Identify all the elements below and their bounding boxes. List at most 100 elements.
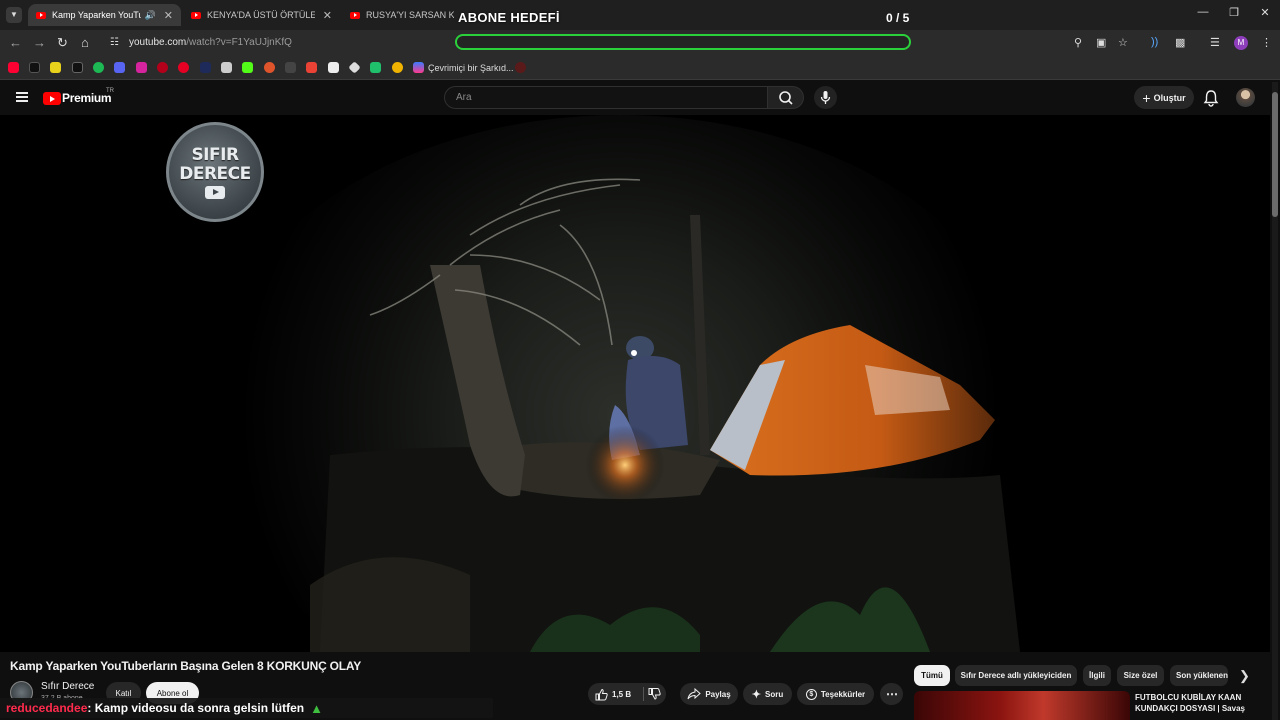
profile-avatar[interactable]: M xyxy=(1234,36,1248,50)
share-button[interactable]: Paylaş xyxy=(680,683,738,705)
bookmark-red-circle-icon[interactable] xyxy=(157,62,168,73)
tab-kamp-yaparken[interactable]: Kamp Yaparken YouTuberla 🔊 ✕ xyxy=(28,4,181,26)
channel-name[interactable]: Sıfır Derece xyxy=(41,681,94,692)
bookmark-x-icon[interactable] xyxy=(72,62,83,73)
plus-icon: + xyxy=(1142,89,1151,106)
browser-menu-icon[interactable]: ⋮ xyxy=(1261,36,1272,49)
menu-icon[interactable] xyxy=(16,92,28,102)
bookmark-camera-icon[interactable] xyxy=(221,62,232,73)
install-app-icon[interactable]: ▣ xyxy=(1096,36,1106,49)
url-host: youtube.com xyxy=(129,37,187,48)
bookmark-music-icon[interactable] xyxy=(413,62,424,73)
like-divider xyxy=(643,687,645,701)
share-icon xyxy=(687,688,702,700)
bookmark-white-icon[interactable] xyxy=(328,62,339,73)
tab-label: Kamp Yaparken YouTuberla xyxy=(52,10,141,20)
search-input[interactable] xyxy=(445,87,745,108)
bookmark-kick-icon[interactable] xyxy=(242,62,253,73)
user-avatar[interactable] xyxy=(1236,88,1255,107)
youtube-brand[interactable]: Premium xyxy=(62,91,112,105)
bookmark-green-icon[interactable] xyxy=(370,62,381,73)
chip-all[interactable]: Tümü xyxy=(914,665,950,686)
chip-for-you[interactable]: Size özel xyxy=(1117,665,1164,686)
site-info-icon[interactable]: ☷ xyxy=(110,37,119,48)
reload-icon[interactable]: ↻ xyxy=(57,35,68,51)
bookmark-orange-icon[interactable] xyxy=(264,62,275,73)
chip-related[interactable]: İlgili xyxy=(1083,665,1111,686)
sparkle-icon: ✦ xyxy=(751,688,761,701)
scrollbar-thumb[interactable] xyxy=(1272,92,1278,217)
search-box xyxy=(444,86,768,109)
country-code: TR xyxy=(106,88,114,94)
emote-icon: ▲ xyxy=(310,700,323,716)
chat-username: reducedandee xyxy=(6,701,88,715)
chip-from-uploader[interactable]: Sıfır Derece adlı yükleyiciden xyxy=(955,665,1077,686)
zoom-icon[interactable]: ⚲ xyxy=(1074,36,1082,49)
address-bar[interactable]: youtube.com/watch?v=F1YaUJjnKfQ xyxy=(129,37,292,48)
like-count: 1,5 B xyxy=(612,689,632,699)
youtube-favicon-icon xyxy=(36,11,46,19)
extensions-icon[interactable]: ▩ xyxy=(1175,36,1185,49)
chat-text: : Kamp videosu da sonra gelsin lütfen xyxy=(87,701,305,715)
create-label: Oluştur xyxy=(1153,92,1186,103)
bookmark-dark-circle-icon[interactable] xyxy=(515,62,526,73)
bookmark-spotify-icon[interactable] xyxy=(93,62,104,73)
bookmark-yellow-icon[interactable] xyxy=(392,62,403,73)
watermark-line-1: SIFIR xyxy=(191,144,239,165)
recommended-video-title[interactable]: FUTBOLCU KUBİLAY KAAN KUNDAKÇI DOSYASI |… xyxy=(1135,692,1255,714)
minimize-icon[interactable]: — xyxy=(1196,6,1210,18)
chip-recent-uploads[interactable]: Son yüklenenler xyxy=(1170,665,1228,686)
video-player[interactable]: SIFIR DERECE xyxy=(0,115,1270,652)
home-icon[interactable]: ⌂ xyxy=(81,35,89,50)
recommended-video-thumbnail[interactable] xyxy=(914,691,1130,720)
notifications-bell-icon[interactable] xyxy=(1203,89,1219,107)
search-button[interactable] xyxy=(767,86,804,109)
bookmark-star-icon[interactable]: ☆ xyxy=(1118,36,1128,49)
bookmark-blue-icon[interactable] xyxy=(114,62,125,73)
bookmark-s-icon[interactable] xyxy=(50,62,61,73)
extension-audio-icon[interactable]: )) xyxy=(1151,36,1158,48)
ask-label: Soru xyxy=(764,689,784,699)
thanks-button[interactable]: $ Teşekkürler xyxy=(797,683,874,705)
bookmark-gmail-icon[interactable] xyxy=(306,62,317,73)
more-icon: ⋯ xyxy=(886,687,898,701)
thumbs-down-icon[interactable] xyxy=(645,686,663,702)
back-icon[interactable]: ← xyxy=(9,35,22,50)
tab-search-icon[interactable]: ▼ xyxy=(6,7,22,23)
bookmark-label[interactable]: Çevrimiçi bir Şarkıd... xyxy=(428,63,514,73)
bookmark-tiktok-icon[interactable] xyxy=(29,62,40,73)
channel-watermark: SIFIR DERECE xyxy=(166,122,264,222)
forward-icon[interactable]: → xyxy=(33,35,46,50)
tab-label: RUSYA'YI SARSAN KARANLIK xyxy=(366,10,454,20)
restore-icon[interactable]: ❐ xyxy=(1227,6,1241,19)
video-title: Kamp Yaparken YouTuberların Başına Gelen… xyxy=(10,659,362,673)
ask-button[interactable]: ✦ Soru xyxy=(743,683,792,705)
tab-label: KENYA'DA ÜSTÜ ÖRTÜLEN KO xyxy=(207,10,315,20)
chevron-right-icon[interactable]: ❯ xyxy=(1239,668,1250,684)
thumbs-up-icon xyxy=(595,688,608,700)
close-tab-icon[interactable]: ✕ xyxy=(164,9,173,22)
bookmark-instagram-icon[interactable] xyxy=(136,62,147,73)
close-window-icon[interactable]: ✕ xyxy=(1258,6,1272,19)
super-thanks-icon: $ xyxy=(805,688,817,700)
speaker-icon[interactable]: 🔊 xyxy=(145,10,156,21)
bookmark-pinterest-icon[interactable] xyxy=(178,62,189,73)
youtube-favicon-icon xyxy=(350,11,360,19)
microphone-icon xyxy=(820,91,831,104)
youtube-logo-icon[interactable] xyxy=(43,92,61,105)
voice-search-button[interactable] xyxy=(814,86,837,109)
browser-tab-strip: ▼ Kamp Yaparken YouTuberla 🔊 ✕ KENYA'DA … xyxy=(0,0,1280,30)
search-icon xyxy=(779,91,793,105)
tab-kenya[interactable]: KENYA'DA ÜSTÜ ÖRTÜLEN KO ✕ xyxy=(183,4,340,26)
media-control-icon[interactable]: ☰ xyxy=(1210,36,1220,49)
more-actions-button[interactable]: ⋯ xyxy=(880,683,903,705)
bookmark-pen-icon[interactable] xyxy=(285,62,296,73)
create-button[interactable]: + Oluştur xyxy=(1134,86,1194,109)
bookmark-dark-icon[interactable] xyxy=(200,62,211,73)
tab-rusya[interactable]: RUSYA'YI SARSAN KARANLIK xyxy=(342,4,462,26)
bookmark-diamond-icon[interactable] xyxy=(348,61,361,74)
subscriber-goal-progress-bar xyxy=(455,34,911,50)
bookmark-youtube-icon[interactable] xyxy=(8,62,19,73)
close-tab-icon[interactable]: ✕ xyxy=(323,9,332,22)
share-label: Paylaş xyxy=(705,689,731,699)
